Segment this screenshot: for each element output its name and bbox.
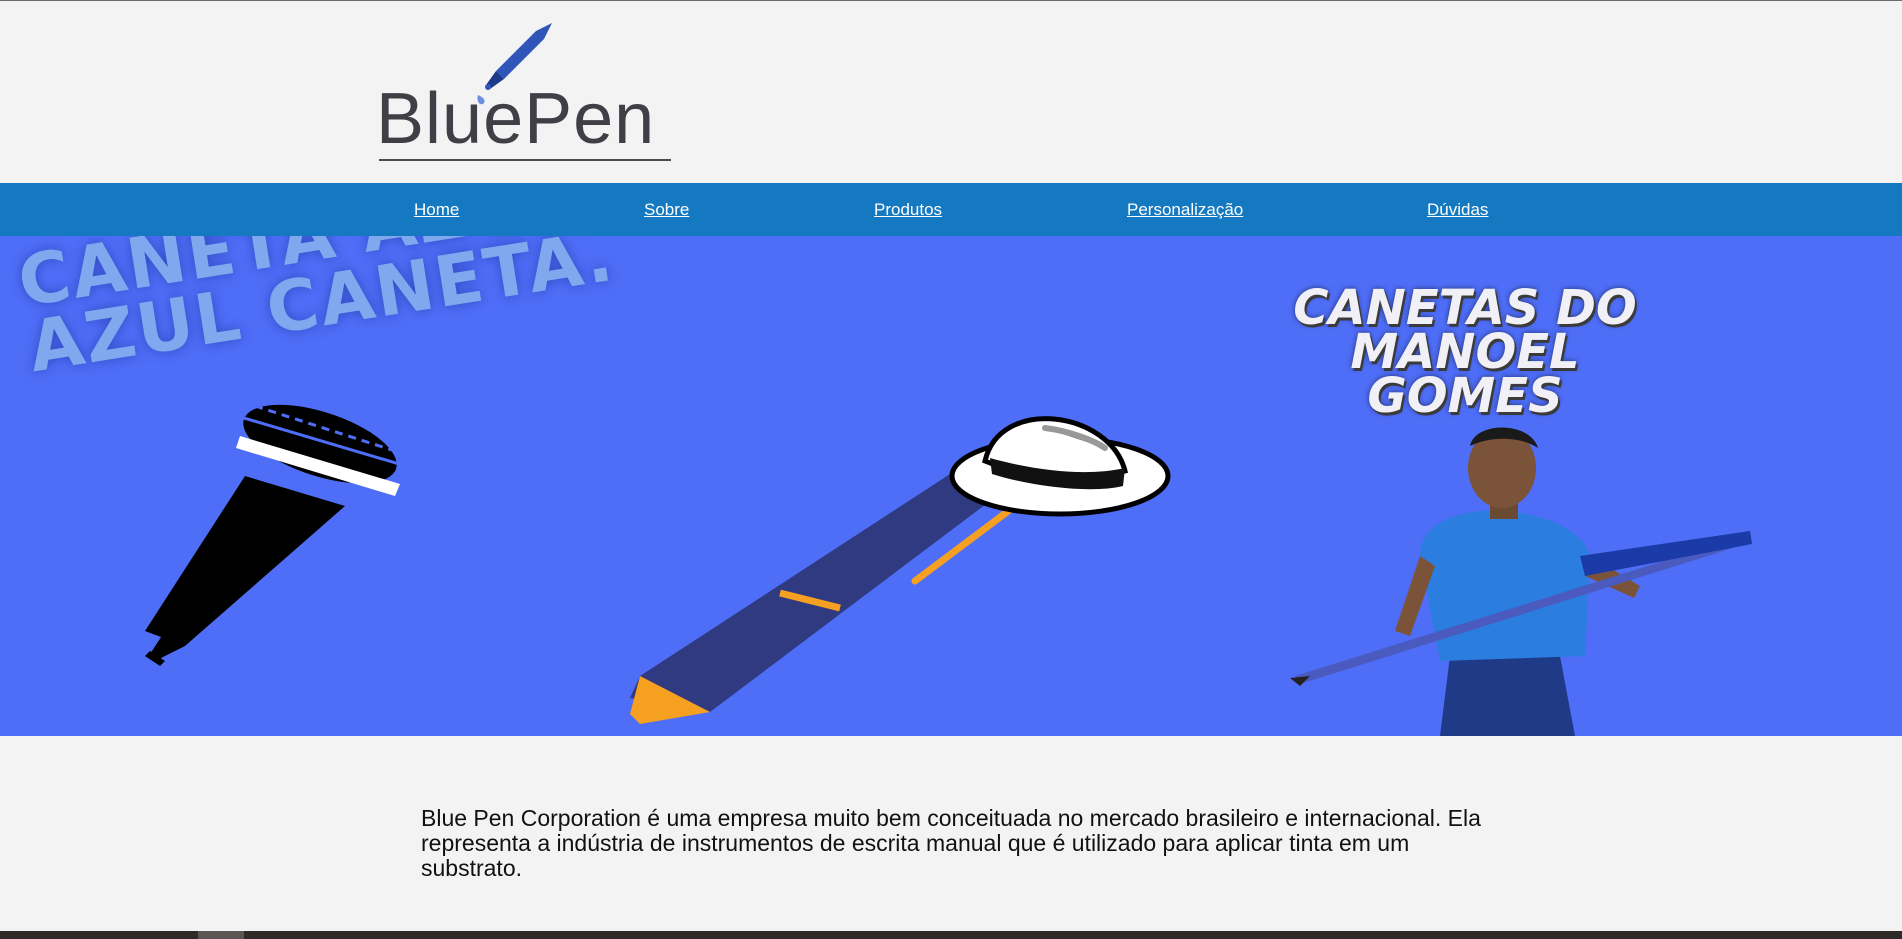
- nav-item-duvidas[interactable]: Dúvidas: [1427, 200, 1488, 220]
- manoel-gomes-figure: [1290, 427, 1752, 736]
- hero-brand-title: CANETAS DO MANOEL GOMES: [1293, 280, 1637, 424]
- microphone-icon: [145, 404, 407, 666]
- logo-underline: [379, 159, 671, 161]
- nav-item-produtos[interactable]: Produtos: [874, 200, 942, 220]
- main-content: Blue Pen Corporation é uma empresa muito…: [421, 806, 1501, 881]
- taskbar-tab[interactable]: [198, 931, 244, 939]
- site-header: BluePen: [0, 1, 1902, 183]
- taskbar: [0, 931, 1902, 939]
- logo-text: BluePen: [376, 79, 656, 159]
- nav-item-personalizacao[interactable]: Personalização: [1127, 200, 1243, 220]
- bluepen-logo[interactable]: BluePen: [376, 21, 676, 166]
- about-paragraph: Blue Pen Corporation é uma empresa muito…: [421, 805, 1481, 881]
- hero-banner: CANETA AZUL, AZUL CANETA. CANETAS DO MAN…: [0, 236, 1902, 736]
- nav-item-sobre[interactable]: Sobre: [644, 200, 689, 220]
- main-nav: Home Sobre Produtos Personalização Dúvid…: [0, 183, 1902, 236]
- hat-icon: [949, 416, 1171, 517]
- pen-icon: [630, 461, 1019, 724]
- nav-item-home[interactable]: Home: [414, 200, 459, 220]
